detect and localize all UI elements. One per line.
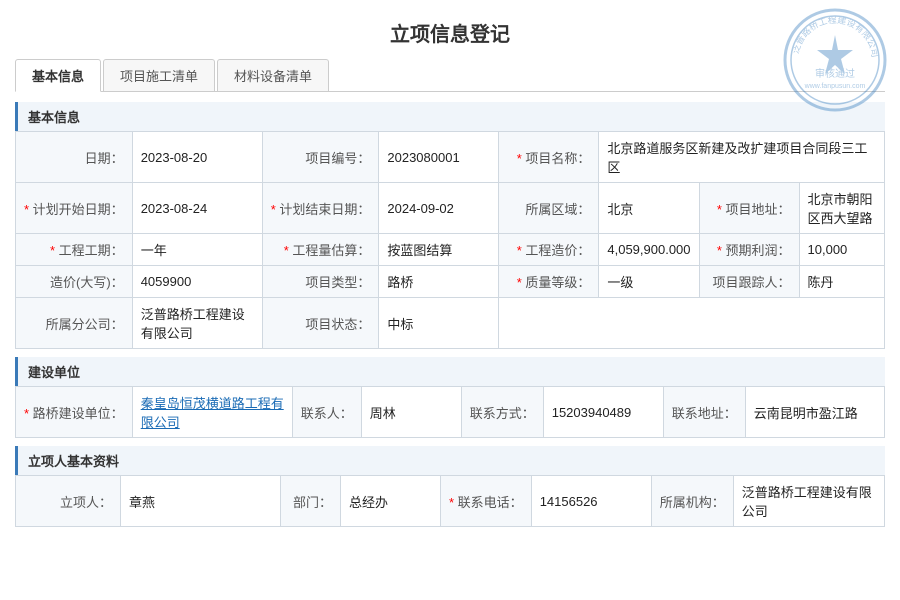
tracker-value: 陈丹 [799, 266, 884, 298]
status-label: 项目状态： [262, 298, 379, 349]
plan-end-label: 计划结束日期： [262, 183, 379, 234]
cost-big-label: 造价(大写)： [16, 266, 133, 298]
road-builder-link[interactable]: 秦皇岛恒茂横道路工程有限公司 [141, 396, 284, 430]
status-value: 中标 [379, 298, 499, 349]
quality-label: 质量等级： [499, 266, 599, 298]
contact-value: 周林 [361, 387, 461, 438]
project-type-value: 路桥 [379, 266, 499, 298]
project-name-label: 项目名称： [499, 132, 599, 183]
region-value: 北京 [599, 183, 699, 234]
contact-way-value: 15203940489 [543, 387, 663, 438]
page-title: 立项信息登记 [15, 10, 885, 59]
road-builder-label: 路桥建设单位： [16, 387, 133, 438]
founder-header: 立项人基本资料 [15, 446, 885, 475]
project-name-value: 北京路道服务区新建及改扩建项目合同段三工区 [599, 132, 885, 183]
builder-header: 建设单位 [15, 357, 885, 386]
basic-info-table: 日期： 2023-08-20 项目编号： 2023080001 项目名称： 北京… [15, 131, 885, 349]
quality-value: 一级 [599, 266, 699, 298]
address-value: 北京市朝阳区西大望路 [799, 183, 884, 234]
project-num-value: 2023080001 [379, 132, 499, 183]
cost-label: 工程造价： [499, 234, 599, 266]
tracker-label: 项目跟踪人： [699, 266, 799, 298]
period-label: 工程工期： [16, 234, 133, 266]
dept-value: 总经办 [341, 476, 441, 527]
plan-start-value: 2023-08-24 [132, 183, 262, 234]
founder-table: 立项人： 章燕 部门： 总经办 联系电话： 14156526 所属机构： 泛普路… [15, 475, 885, 527]
tab-materials-list[interactable]: 材料设备清单 [217, 59, 329, 91]
dept-label: 部门： [281, 476, 341, 527]
profit-value: 10,000 [799, 234, 884, 266]
contact-addr-label: 联系地址： [663, 387, 745, 438]
plan-end-value: 2024-09-02 [379, 183, 499, 234]
cost-big-value: 4059900 [132, 266, 262, 298]
founder-label: 立项人： [16, 476, 121, 527]
tabs-bar: 基本信息 项目施工清单 材料设备清单 [15, 59, 885, 92]
basic-info-header: 基本信息 [15, 102, 885, 131]
plan-start-label: 计划开始日期： [16, 183, 133, 234]
tab-construction-list[interactable]: 项目施工清单 [103, 59, 215, 91]
contact-way-label: 联系方式： [461, 387, 543, 438]
founder-value: 章燕 [121, 476, 281, 527]
company-value: 泛普路桥工程建设有限公司 [132, 298, 262, 349]
estimate-value: 按蓝图结算 [379, 234, 499, 266]
tab-basic-info[interactable]: 基本信息 [15, 59, 101, 92]
estimate-label: 工程量估算： [262, 234, 379, 266]
company-label: 所属分公司： [16, 298, 133, 349]
road-builder-value: 秦皇岛恒茂横道路工程有限公司 [132, 387, 292, 438]
region-label: 所属区域： [499, 183, 599, 234]
org-label: 所属机构： [651, 476, 733, 527]
org-value: 泛普路桥工程建设有限公司 [733, 476, 884, 527]
phone-label: 联系电话： [441, 476, 532, 527]
builder-table: 路桥建设单位： 秦皇岛恒茂横道路工程有限公司 联系人： 周林 联系方式： 152… [15, 386, 885, 438]
phone-value: 14156526 [531, 476, 651, 527]
address-label: 项目地址： [699, 183, 799, 234]
period-value: 一年 [132, 234, 262, 266]
project-type-label: 项目类型： [262, 266, 379, 298]
cost-value: 4,059,900.000 [599, 234, 699, 266]
date-label: 日期： [16, 132, 133, 183]
contact-label: 联系人： [292, 387, 361, 438]
project-num-label: 项目编号： [262, 132, 379, 183]
contact-addr-value: 云南昆明市盈江路 [745, 387, 884, 438]
profit-label: 预期利润： [699, 234, 799, 266]
date-value: 2023-08-20 [132, 132, 262, 183]
